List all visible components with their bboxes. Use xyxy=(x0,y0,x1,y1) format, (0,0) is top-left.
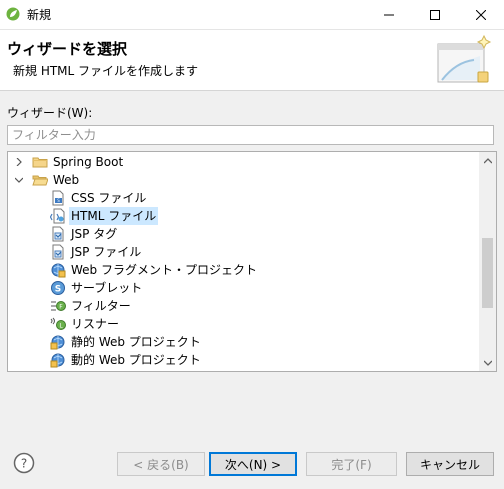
page-description: 新規 HTML ファイルを作成します xyxy=(13,64,199,78)
tree-item-html-file[interactable]: HTML ファイル xyxy=(8,207,478,225)
folder-icon xyxy=(32,157,48,168)
tree-item-label: JSP ファイル xyxy=(71,245,142,259)
jsp-file-icon xyxy=(52,244,64,260)
close-icon xyxy=(476,9,486,20)
tree-item-web[interactable]: Web xyxy=(8,171,478,189)
back-button[interactable]: < 戻る(B) xyxy=(117,452,205,476)
tree-item-label: HTML ファイル xyxy=(69,207,159,225)
chevron-right-icon[interactable] xyxy=(14,157,24,167)
filter-icon: F xyxy=(51,301,66,311)
servlet-icon: S xyxy=(51,281,65,295)
jsp-tag-icon xyxy=(52,226,64,242)
page-title: ウィザードを選択 xyxy=(7,40,128,58)
tree-item-listener[interactable]: L リスナー xyxy=(8,315,478,333)
tree-item-label: 動的 Web プロジェクト xyxy=(71,353,201,367)
tree-item-css-file[interactable]: S CSS ファイル xyxy=(8,189,478,207)
minimize-icon xyxy=(384,14,394,15)
css-file-icon: S xyxy=(52,190,64,206)
svg-text:F: F xyxy=(59,304,63,311)
tree-item-label: JSP タグ xyxy=(71,227,118,241)
close-button[interactable] xyxy=(458,0,504,29)
svg-text:?: ? xyxy=(21,457,27,471)
tree-item-label: フィルター xyxy=(71,299,131,313)
tree-item-filter[interactable]: F フィルター xyxy=(8,297,478,315)
tree-item-web-fragment-project[interactable]: Web フラグメント・プロジェクト xyxy=(8,261,478,279)
filter-input[interactable] xyxy=(7,125,494,145)
wizard-header: ウィザードを選択 新規 HTML ファイルを作成します xyxy=(0,30,504,91)
tree-item-dynamic-web-project[interactable]: 動的 Web プロジェクト xyxy=(8,351,478,369)
maximize-icon xyxy=(430,9,440,20)
scroll-down-button[interactable] xyxy=(479,354,496,371)
minimize-button[interactable] xyxy=(366,0,412,29)
tree-item-spring-boot[interactable]: Spring Boot xyxy=(8,153,478,171)
svg-text:S: S xyxy=(55,285,61,295)
tree-item-label: サーブレット xyxy=(71,281,143,295)
listener-icon: L xyxy=(50,317,66,330)
tree-item-jsp-tag[interactable]: JSP タグ xyxy=(8,225,478,243)
spring-leaf-icon xyxy=(6,7,20,21)
help-icon[interactable]: ? xyxy=(13,452,35,474)
tree-item-label: Spring Boot xyxy=(53,155,124,169)
tree-item-label: Web フラグメント・プロジェクト xyxy=(71,263,257,277)
tree-item-label: 静的 Web プロジェクト xyxy=(71,335,201,349)
finish-button[interactable]: 完了(F) xyxy=(306,452,397,476)
scroll-up-button[interactable] xyxy=(479,152,496,169)
dynamic-web-project-icon xyxy=(50,353,65,368)
window-title: 新規 xyxy=(27,8,52,22)
tree-item-servlet[interactable]: S サーブレット xyxy=(8,279,478,297)
chevron-down-icon[interactable] xyxy=(14,175,24,185)
wizard-tree[interactable]: Spring Boot Web S CSS ファイル HTML ファイル JSP… xyxy=(7,151,497,372)
chevron-down-icon xyxy=(483,360,492,366)
tree-item-jsp-file[interactable]: JSP ファイル xyxy=(8,243,478,261)
next-button[interactable]: 次へ(N) > xyxy=(209,452,297,476)
tree-item-label: Web xyxy=(53,173,80,187)
cancel-button[interactable]: キャンセル xyxy=(406,452,494,476)
static-web-project-icon xyxy=(50,335,65,350)
tree-item-label: リスナー xyxy=(71,317,120,331)
folder-open-icon xyxy=(32,175,48,186)
maximize-button[interactable] xyxy=(412,0,458,29)
title-bar: 新規 xyxy=(0,0,504,30)
tree-item-static-web-project[interactable]: 静的 Web プロジェクト xyxy=(8,333,478,351)
tree-scrollbar[interactable] xyxy=(479,152,496,371)
wizards-label: ウィザード(W): xyxy=(7,106,93,120)
scrollbar-thumb[interactable] xyxy=(482,238,493,308)
svg-text:S: S xyxy=(57,198,60,203)
chevron-up-icon xyxy=(483,157,492,163)
html-file-icon xyxy=(50,208,65,224)
tree-item-label: CSS ファイル xyxy=(71,191,147,205)
web-fragment-project-icon xyxy=(51,263,66,278)
wizard-banner-icon xyxy=(437,34,492,83)
